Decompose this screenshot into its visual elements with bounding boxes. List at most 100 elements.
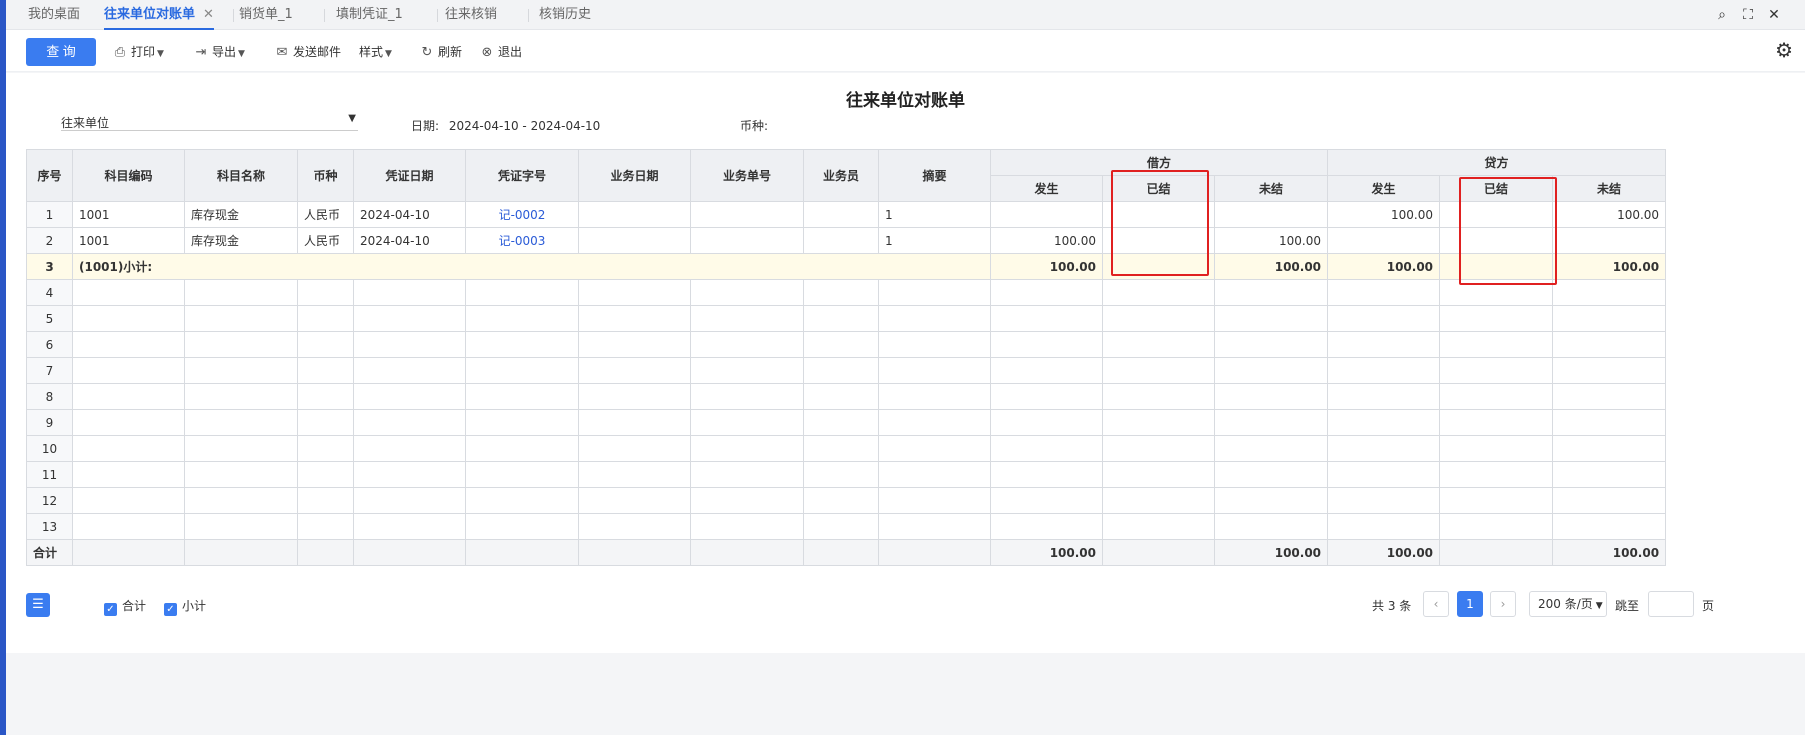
voucher-link[interactable]: 记-0002 [465,201,579,228]
empty-cell [184,487,298,514]
empty-cell [1439,487,1554,514]
table-row[interactable]: 9 [26,409,1667,436]
empty-cell [1102,357,1215,384]
empty-cell [465,305,579,332]
cell-seq: 5 [26,305,73,332]
print-button[interactable]: ⎙ 打印 ▼ [112,40,164,64]
close-icon[interactable]: ✕ [203,7,214,22]
total-credit-settled [1439,539,1554,566]
cell-biz-date [578,227,691,254]
check-subtotal[interactable]: ✓ 小计 [164,597,206,616]
empty-cell [990,487,1103,514]
table-row[interactable]: 2 1001 库存现金 人民币 2024-04-10 记-0003 1 100.… [26,227,1667,254]
tab-bar: 我的桌面 往来单位对账单 ✕ 销货单_1 填制凭证_1 往来核销 核销历史 ⌕ ⛶… [6,0,1805,30]
empty-cell [1327,435,1441,462]
col-currency[interactable]: 币种 [297,149,354,202]
empty-cell [353,331,466,358]
prev-page-button[interactable]: ‹ [1423,591,1449,617]
tab-sales-order[interactable]: 销货单_1 [239,0,293,30]
subtotal-row[interactable]: 3 (1001)小计: 100.00 100.00 100.00 100.00 [26,253,1667,280]
tab-label: 我的桌面 [28,7,81,22]
exit-label: 退出 [498,45,523,59]
empty-cell [1439,409,1554,436]
cell-currency: 人民币 [297,201,354,228]
table-row[interactable]: 7 [26,357,1667,384]
col-voucher-no[interactable]: 凭证字号 [465,149,579,202]
search-icon[interactable]: ⌕ [1709,0,1735,30]
empty-cell [690,487,804,514]
style-button[interactable]: 样式 ▼ [359,40,392,64]
table-row[interactable]: 12 [26,487,1667,514]
col-account-name[interactable]: 科目名称 [184,149,298,202]
refresh-button[interactable]: ↻ 刷新 [419,40,462,64]
tab-label: 销货单_1 [239,7,293,22]
table-row[interactable]: 1 1001 库存现金 人民币 2024-04-10 记-0002 1 100.… [26,201,1667,228]
total-debit-unsettled: 100.00 [1213,539,1329,566]
empty-cell [803,357,879,384]
empty-cell [297,383,354,410]
query-button[interactable]: 查 询 [26,38,96,66]
table-row[interactable]: 13 [26,513,1667,540]
col-debit-unsettled[interactable]: 未结 [1213,175,1329,202]
col-debit-occurred[interactable]: 发生 [990,175,1103,202]
list-icon[interactable]: ☰ [26,593,50,617]
col-biz-date[interactable]: 业务日期 [578,149,691,202]
col-account-code[interactable]: 科目编码 [72,149,185,202]
empty-cell [690,305,804,332]
table-row[interactable]: 6 [26,331,1667,358]
chevron-down-icon: ▼ [157,49,164,59]
tab-fill-voucher[interactable]: 填制凭证_1 [336,0,403,30]
table-row[interactable]: 10 [26,435,1667,462]
next-page-button[interactable]: › [1490,591,1516,617]
col-credit-unsettled[interactable]: 未结 [1552,175,1667,202]
col-biz-no[interactable]: 业务单号 [690,149,804,202]
close-icon[interactable]: ✕ [1761,0,1787,30]
empty-cell [184,435,298,462]
col-salesman[interactable]: 业务员 [803,149,879,202]
empty-cell [803,487,879,514]
empty-cell [1213,409,1329,436]
empty-cell [465,331,579,358]
empty-cell [578,305,691,332]
page-size-select[interactable]: 200 条/页 ▼ [1529,591,1607,617]
empty-cell [990,279,1103,306]
exit-button[interactable]: ⊗ 退出 [479,40,522,64]
empty-cell [1327,461,1441,488]
empty-cell [353,435,466,462]
table-row[interactable]: 4 [26,279,1667,306]
empty-cell [1102,461,1215,488]
empty-cell [184,383,298,410]
table-row[interactable]: 11 [26,461,1667,488]
gear-icon[interactable]: ⚙ [1775,38,1793,62]
tab-reconcile-history[interactable]: 核销历史 [539,0,591,30]
tab-partner-statement[interactable]: 往来单位对账单 ✕ [104,0,214,30]
col-voucher-date[interactable]: 凭证日期 [353,149,466,202]
maximize-icon[interactable]: ⛶ [1735,0,1761,30]
tab-my-desktop[interactable]: 我的桌面 [28,0,80,30]
table-row[interactable]: 8 [26,383,1667,410]
empty-cell [297,435,354,462]
empty-cell [353,279,466,306]
check-total[interactable]: ✓ 合计 [104,597,146,616]
empty-cell [1213,435,1329,462]
empty-cell [990,409,1103,436]
partner-select[interactable]: 往来单位 ▼ [61,111,358,131]
col-summary[interactable]: 摘要 [878,149,991,202]
empty-cell [465,435,579,462]
table-row[interactable]: 5 [26,305,1667,332]
export-button[interactable]: ⇥ 导出 ▼ [193,40,245,64]
page-1-button[interactable]: 1 [1457,591,1483,617]
empty-cell [353,461,466,488]
cell-debit-occurred: 100.00 [990,227,1103,254]
voucher-link[interactable]: 记-0003 [465,227,579,254]
date-filter: 日期: 2024-04-10 - 2024-04-10 [411,117,600,134]
empty-cell [72,461,185,488]
cell-account-name: 库存现金 [184,201,298,228]
jump-page-input[interactable] [1648,591,1694,617]
col-credit-occurred[interactable]: 发生 [1327,175,1441,202]
send-mail-button[interactable]: ✉ 发送邮件 [274,40,341,64]
empty-cell [1552,331,1667,358]
date-value[interactable]: 2024-04-10 - 2024-04-10 [449,119,600,133]
tab-reconcile[interactable]: 往来核销 [445,0,497,30]
empty-cell [990,331,1103,358]
